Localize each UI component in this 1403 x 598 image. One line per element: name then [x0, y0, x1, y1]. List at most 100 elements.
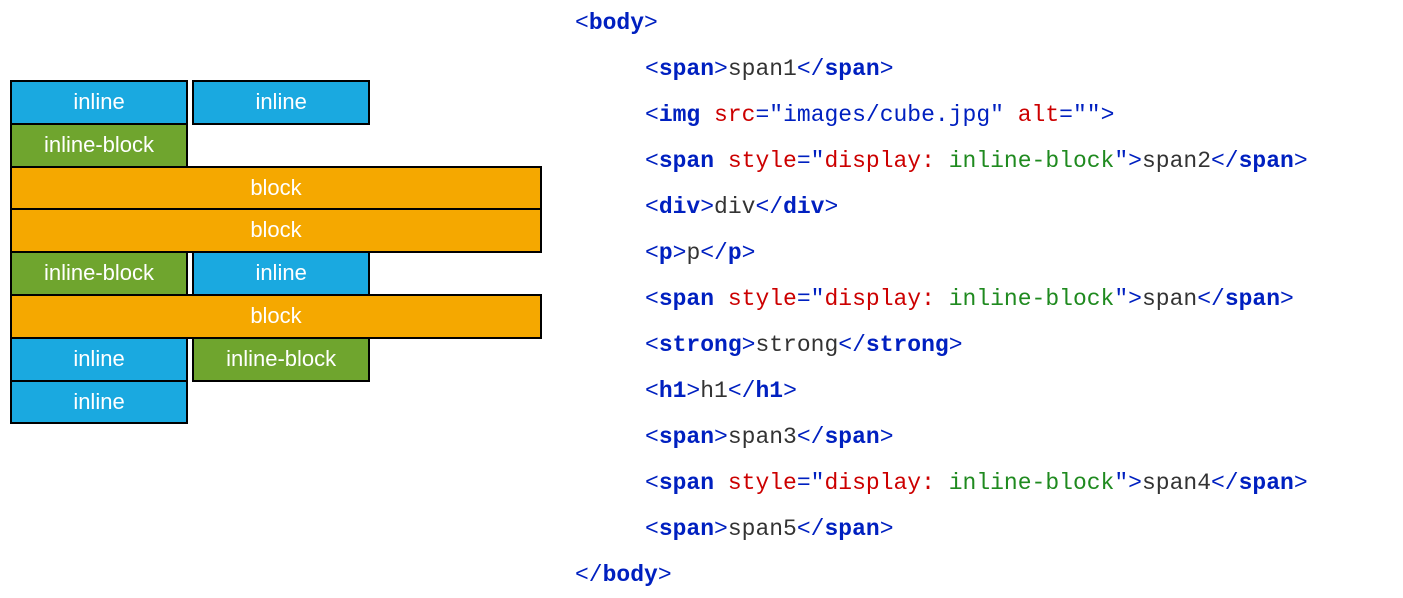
diagram-box-inline: inline — [192, 251, 370, 296]
code-quote: " — [1114, 148, 1128, 174]
code-space — [714, 470, 728, 496]
code-space — [700, 102, 714, 128]
code-text: span1 — [728, 56, 797, 82]
code-angle: > — [880, 424, 894, 450]
code-angle: > — [1128, 148, 1142, 174]
code-line-strong: <strong>strong</strong> — [575, 322, 1393, 368]
code-tag: span — [1225, 286, 1280, 312]
code-text: span3 — [728, 424, 797, 450]
code-line-p: <p>p</p> — [575, 230, 1393, 276]
code-tag: span — [1239, 148, 1294, 174]
code-tag: h1 — [755, 378, 783, 404]
code-line-div: <div>div</div> — [575, 184, 1393, 230]
diagram-box-block: block — [10, 166, 542, 211]
code-space — [714, 148, 728, 174]
code-angle: > — [700, 194, 714, 220]
code-angle: > — [714, 56, 728, 82]
code-tag: div — [783, 194, 824, 220]
diagram-row-5: block — [10, 294, 545, 337]
diagram-box-inline-block: inline-block — [192, 337, 370, 382]
code-text: span4 — [1142, 470, 1211, 496]
code-angle: < — [645, 102, 659, 128]
code-angle: </ — [838, 332, 866, 358]
code-text: span2 — [1142, 148, 1211, 174]
code-text: h1 — [700, 378, 728, 404]
code-angle: < — [645, 378, 659, 404]
code-css-value: inline-block — [949, 148, 1115, 174]
code-tag: strong — [866, 332, 949, 358]
diagram-box-block: block — [10, 294, 542, 339]
code-angle: < — [645, 424, 659, 450]
code-angle: </ — [1211, 470, 1239, 496]
code-angle: < — [575, 10, 589, 36]
code-tag: span — [659, 424, 714, 450]
code-tag: h1 — [659, 378, 687, 404]
display-diagram: inline inline inline-block block block i… — [0, 0, 555, 422]
code-angle: < — [645, 286, 659, 312]
code-line-span4: <span style="display: inline-block">span… — [575, 460, 1393, 506]
diagram-row-2: block — [10, 166, 545, 209]
code-css-value: inline-block — [949, 470, 1115, 496]
code-quote: " — [811, 148, 825, 174]
code-eq: = — [755, 102, 769, 128]
code-angle: < — [645, 56, 659, 82]
code-tag: body — [589, 10, 644, 36]
code-space — [714, 286, 728, 312]
code-value: "images/cube.jpg" — [769, 102, 1004, 128]
code-angle: > — [1294, 470, 1308, 496]
code-angle: < — [645, 240, 659, 266]
code-space — [935, 286, 949, 312]
code-line-span5: <span>span5</span> — [575, 506, 1393, 552]
code-quote: " — [1114, 470, 1128, 496]
code-angle: > — [825, 194, 839, 220]
code-tag: span — [1239, 470, 1294, 496]
code-attr: src — [714, 102, 755, 128]
code-line-span2: <span style="display: inline-block">span… — [575, 138, 1393, 184]
code-css-prop: display: — [824, 470, 934, 496]
code-tag: span — [659, 470, 714, 496]
code-text: p — [686, 240, 700, 266]
code-tag: body — [603, 562, 658, 588]
diagram-box-inline: inline — [192, 80, 370, 125]
diagram-box-block: block — [10, 208, 542, 253]
code-css-prop: display: — [824, 148, 934, 174]
code-angle: > — [783, 378, 797, 404]
diagram-row-1: inline inline inline-block — [10, 80, 545, 166]
code-angle: > — [686, 378, 700, 404]
code-angle: > — [742, 240, 756, 266]
code-angle: > — [880, 56, 894, 82]
code-angle: </ — [700, 240, 728, 266]
code-value: "" — [1073, 102, 1101, 128]
diagram-box-inline: inline — [10, 380, 188, 425]
code-space — [1004, 102, 1018, 128]
diagram-row-3: block — [10, 208, 545, 251]
code-line-h1: <h1>h1</h1> — [575, 368, 1393, 414]
code-line-span-ib: <span style="display: inline-block">span… — [575, 276, 1393, 322]
code-tag: span — [824, 56, 879, 82]
code-tag: strong — [659, 332, 742, 358]
code-angle: </ — [1211, 148, 1239, 174]
code-angle: > — [1128, 286, 1142, 312]
code-angle: </ — [575, 562, 603, 588]
code-angle: </ — [797, 56, 825, 82]
code-space — [935, 148, 949, 174]
code-angle: > — [1280, 286, 1294, 312]
code-eq: = — [797, 286, 811, 312]
code-text: span5 — [728, 516, 797, 542]
code-quote: " — [811, 470, 825, 496]
code-snippet: <body> <span>span1</span> <img src="imag… — [555, 0, 1403, 598]
code-tag: span — [659, 516, 714, 542]
code-text: strong — [755, 332, 838, 358]
diagram-row-4: inline-block inline — [10, 251, 545, 294]
code-angle: </ — [728, 378, 756, 404]
code-quote: " — [811, 286, 825, 312]
code-angle: < — [645, 516, 659, 542]
code-line-body-open: <body> — [575, 0, 1393, 46]
code-tag: span — [659, 286, 714, 312]
code-angle: > — [714, 424, 728, 450]
code-angle: < — [645, 332, 659, 358]
code-angle: </ — [797, 424, 825, 450]
diagram-box-inline-block: inline-block — [10, 123, 188, 168]
code-text: span — [1142, 286, 1197, 312]
code-tag: span — [824, 516, 879, 542]
